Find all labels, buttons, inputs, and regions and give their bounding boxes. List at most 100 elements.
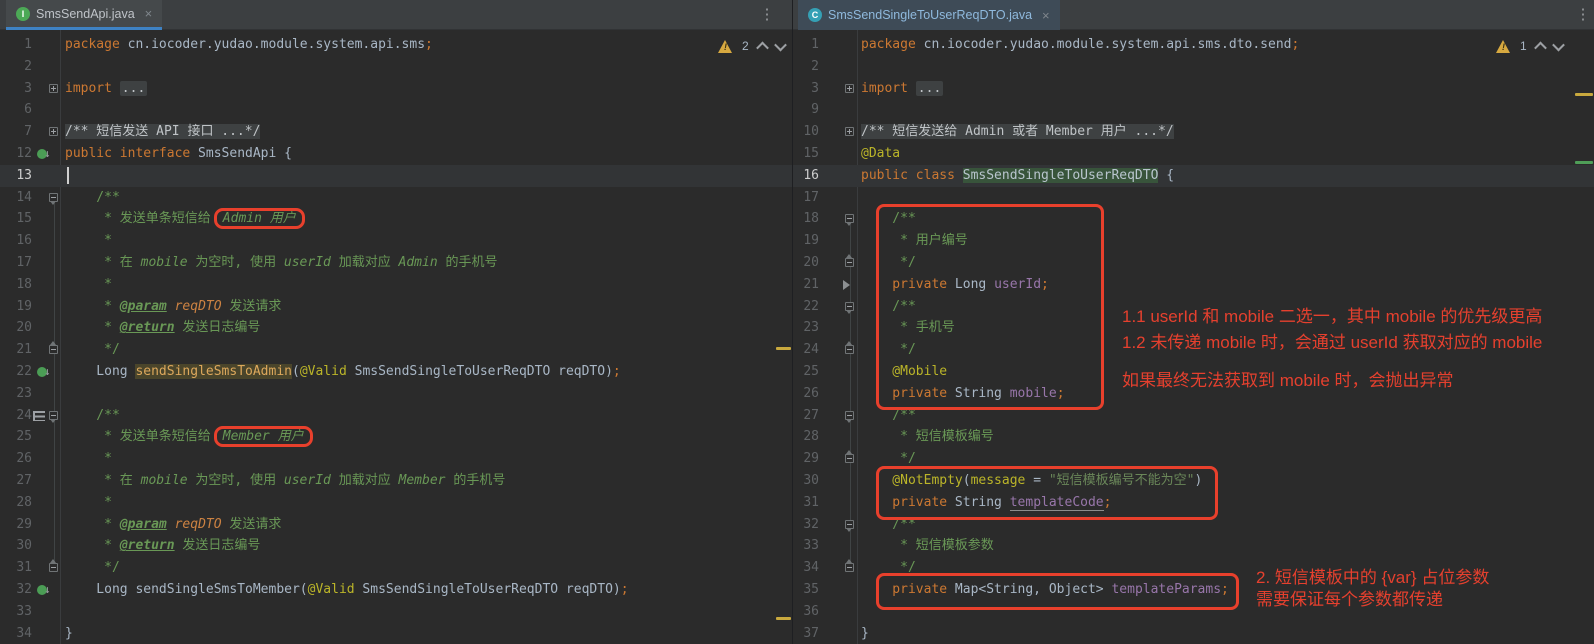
line-number: 18 [793, 208, 819, 230]
warning-stripe-mark[interactable] [776, 347, 791, 350]
line-number: 1 [793, 34, 819, 56]
line-number: 17 [0, 252, 32, 274]
fold-marker-icon[interactable] [845, 345, 854, 354]
bookmark-icon[interactable] [33, 411, 45, 421]
fold-marker-icon[interactable] [845, 258, 854, 267]
editor-smssendapi[interactable]: 1package cn.iocoder.yudao.module.system.… [0, 30, 792, 644]
line-number: 26 [793, 383, 819, 405]
caret-position-arrow-icon [843, 280, 850, 290]
line-number: 14 [0, 187, 32, 209]
code-line: 1package cn.iocoder.yudao.module.system.… [0, 34, 792, 56]
line-number: 31 [793, 492, 819, 514]
line-number: 3 [0, 78, 32, 100]
code-line: 21 */ [0, 339, 792, 361]
code-line: 13 [0, 165, 792, 187]
line-number: 32 [0, 579, 32, 601]
code-line: 12↓public interface SmsSendApi { [0, 143, 792, 165]
chevron-up-icon[interactable] [1534, 41, 1547, 54]
line-number: 20 [0, 317, 32, 339]
highlight-stripe-mark[interactable] [1575, 161, 1593, 164]
inspections-widget[interactable]: ! 2 [718, 39, 785, 53]
code-line: 22↓ Long sendSingleSmsToAdmin(@Valid Sms… [0, 361, 792, 383]
code-line: 2 [0, 56, 792, 78]
warning-count: 1 [1520, 39, 1527, 53]
fold-marker-icon[interactable] [49, 84, 58, 93]
line-number: 2 [0, 56, 32, 78]
editor-tabbar-left: I SmsSendApi.java × ⋮ [0, 0, 792, 30]
code-line: 15 * 发送单条短信给Admin 用户 [0, 208, 792, 230]
code-line: 20 * @return 发送日志编号 [0, 317, 792, 339]
line-number: 23 [0, 383, 32, 405]
code-line: 17 * 在 mobile 为空时, 使用 userId 加载对应 Admin … [0, 252, 792, 274]
code-line: 31 */ [0, 557, 792, 579]
close-tab-icon[interactable]: × [145, 6, 153, 21]
implemented-method-icon[interactable]: ↓ [37, 148, 53, 160]
line-number: 15 [0, 208, 32, 230]
code-line: 7/** 短信发送 API 接口 ...*/ [0, 121, 792, 143]
implemented-method-icon[interactable]: ↓ [37, 584, 53, 596]
warning-icon: ! [1496, 40, 1511, 53]
fold-marker-icon[interactable] [845, 563, 854, 572]
tab-smssendapi[interactable]: I SmsSendApi.java × [6, 0, 162, 30]
code-line: 19 * @param reqDTO 发送请求 [0, 296, 792, 318]
line-number: 29 [793, 448, 819, 470]
line-number: 12 [0, 143, 32, 165]
line-number: 37 [793, 623, 819, 644]
fold-marker-icon[interactable] [845, 127, 854, 136]
tab-title: SmsSendSingleToUserReqDTO.java [828, 8, 1032, 22]
fold-marker-icon[interactable] [49, 127, 58, 136]
line-number: 21 [793, 274, 819, 296]
fold-marker-icon[interactable] [49, 345, 58, 354]
inspections-widget[interactable]: ! 1 [1496, 39, 1563, 53]
code-line: 32↓ Long sendSingleSmsToMember(@Valid Sm… [0, 579, 792, 601]
tab-options-kebab-icon[interactable]: ⋮ [758, 5, 776, 23]
line-number: 3 [793, 78, 819, 100]
line-number: 28 [0, 492, 32, 514]
warning-stripe-mark[interactable] [1575, 93, 1593, 96]
warning-stripe-mark[interactable] [776, 617, 791, 620]
chevron-down-icon[interactable] [774, 38, 787, 51]
tab-title: SmsSendApi.java [36, 7, 135, 21]
line-number: 16 [0, 230, 32, 252]
editor-tabbar-right: C SmsSendSingleToUserReqDTO.java × ⋮ [793, 0, 1594, 30]
warning-count: 2 [742, 39, 749, 53]
fold-marker-icon[interactable] [845, 214, 854, 223]
chevron-up-icon[interactable] [756, 41, 769, 54]
line-number: 34 [0, 623, 32, 644]
tab-options-kebab-icon[interactable]: ⋮ [1574, 5, 1592, 23]
line-number: 28 [793, 426, 819, 448]
fold-marker-icon[interactable] [49, 563, 58, 572]
code-line: 27 * 在 mobile 为空时, 使用 userId 加载对应 Member… [0, 470, 792, 492]
line-number: 10 [793, 121, 819, 143]
fold-marker-icon[interactable] [845, 302, 854, 311]
fold-marker-icon[interactable] [49, 193, 58, 202]
line-number: 9 [793, 99, 819, 121]
chevron-down-icon[interactable] [1552, 38, 1565, 51]
line-number: 27 [793, 405, 819, 427]
code-line: 30 * @return 发送日志编号 [0, 535, 792, 557]
line-number: 7 [0, 121, 32, 143]
tab-smssendsingletouserreqdto[interactable]: C SmsSendSingleToUserReqDTO.java × [798, 0, 1060, 30]
editor-split-divider[interactable] [792, 0, 793, 644]
line-number: 32 [793, 514, 819, 536]
line-number: 15 [793, 143, 819, 165]
line-number: 2 [793, 56, 819, 78]
line-number: 26 [0, 448, 32, 470]
fold-marker-icon[interactable] [845, 520, 854, 529]
line-number: 29 [0, 514, 32, 536]
line-number: 18 [0, 274, 32, 296]
fold-marker-icon[interactable] [845, 411, 854, 420]
code-line: 34} [0, 623, 792, 644]
code-line: 16 * [0, 230, 792, 252]
fold-marker-icon[interactable] [845, 454, 854, 463]
fold-marker-icon[interactable] [845, 84, 854, 93]
close-tab-icon[interactable]: × [1042, 8, 1050, 23]
code-line: 16public class SmsSendSingleToUserReqDTO… [793, 165, 1594, 187]
code-line: 10/** 短信发送给 Admin 或者 Member 用户 ...*/ [793, 121, 1594, 143]
warning-icon: ! [718, 40, 733, 53]
line-number: 20 [793, 252, 819, 274]
fold-marker-icon[interactable] [49, 411, 58, 420]
implemented-method-icon[interactable]: ↓ [37, 366, 53, 378]
line-number: 25 [0, 426, 32, 448]
annotation-box-notempty [876, 466, 1218, 520]
